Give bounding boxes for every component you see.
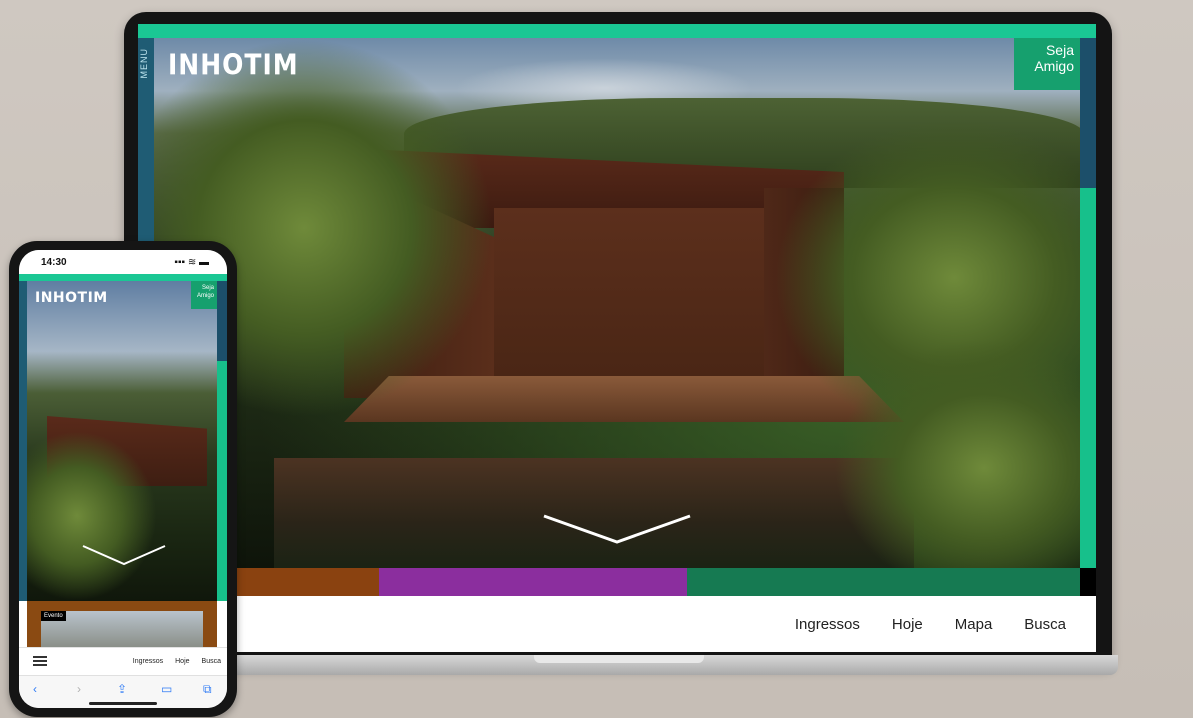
- phone-right-rail-accent: [217, 361, 227, 601]
- phone-bottom-navbar: Ingressos Hoje Busca: [19, 647, 227, 676]
- laptop-bezel: MENU INHOTIM Seja Amigo Ingressos Hoje M…: [124, 12, 1112, 667]
- status-time: 14:30: [41, 257, 67, 268]
- home-indicator: [89, 702, 157, 705]
- cta-line-1: Seja: [1045, 42, 1074, 58]
- phone-screen: 14:30 ▪▪▪ ≋ ▬ INHOTIM Seja Amigo Evento …: [19, 250, 227, 708]
- inhotim-logo[interactable]: INHOTIM: [168, 48, 299, 81]
- phone-inhotim-logo[interactable]: INHOTIM: [35, 290, 108, 306]
- phone-seja-amigo-button[interactable]: Seja Amigo: [191, 281, 217, 309]
- nav-mapa[interactable]: Mapa: [955, 616, 993, 633]
- back-icon[interactable]: ‹: [33, 682, 37, 696]
- phone-nav-busca[interactable]: Busca: [202, 658, 221, 665]
- phone-device: 14:30 ▪▪▪ ≋ ▬ INHOTIM Seja Amigo Evento …: [9, 241, 237, 717]
- nav-ingressos[interactable]: Ingressos: [795, 616, 860, 633]
- laptop-device: MENU INHOTIM Seja Amigo Ingressos Hoje M…: [118, 12, 1118, 675]
- bottom-navbar: Ingressos Hoje Mapa Busca: [138, 596, 1096, 652]
- color-band: [154, 568, 1080, 596]
- bookmarks-icon[interactable]: ▭: [161, 682, 172, 696]
- phone-cta-line-2: Amigo: [196, 293, 214, 299]
- pavilion-back-wall: [494, 208, 764, 378]
- reflecting-pool: [274, 458, 914, 568]
- phone-nav-ingressos[interactable]: Ingressos: [133, 658, 163, 665]
- color-band-purple: [379, 568, 687, 596]
- scroll-down-chevron-icon[interactable]: [542, 514, 692, 544]
- nav-hoje[interactable]: Hoje: [892, 616, 923, 633]
- event-card-tag: Evento: [41, 611, 66, 621]
- right-rail-accent: [1080, 188, 1096, 568]
- menu-label[interactable]: MENU: [139, 48, 149, 79]
- status-bar: 14:30 ▪▪▪ ≋ ▬: [19, 250, 227, 274]
- cta-line-2: Amigo: [1034, 58, 1074, 74]
- laptop-screen: MENU INHOTIM Seja Amigo Ingressos Hoje M…: [138, 24, 1096, 652]
- phone-top-accent-bar: [19, 274, 227, 281]
- share-icon[interactable]: ⇪: [117, 682, 127, 696]
- seja-amigo-button[interactable]: Seja Amigo: [1014, 38, 1080, 90]
- phone-nav-hoje[interactable]: Hoje: [175, 658, 189, 665]
- tabs-icon[interactable]: ⧉: [203, 682, 212, 697]
- laptop-notch: [534, 655, 704, 663]
- forward-icon[interactable]: ›: [77, 682, 81, 696]
- event-card[interactable]: Evento: [27, 601, 217, 647]
- nav-busca[interactable]: Busca: [1024, 616, 1066, 633]
- phone-right-rail: [217, 281, 227, 601]
- status-icons: ▪▪▪ ≋ ▬: [174, 257, 209, 268]
- phone-cta-line-1: Seja: [201, 285, 214, 291]
- hamburger-menu-icon[interactable]: [33, 656, 47, 666]
- hero-image: [154, 38, 1080, 568]
- top-accent-bar: [138, 24, 1096, 38]
- right-rail: [1080, 38, 1096, 568]
- phone-scroll-down-chevron-icon[interactable]: [81, 544, 167, 566]
- color-band-green: [687, 568, 1080, 596]
- phone-menu-rail[interactable]: [19, 281, 27, 601]
